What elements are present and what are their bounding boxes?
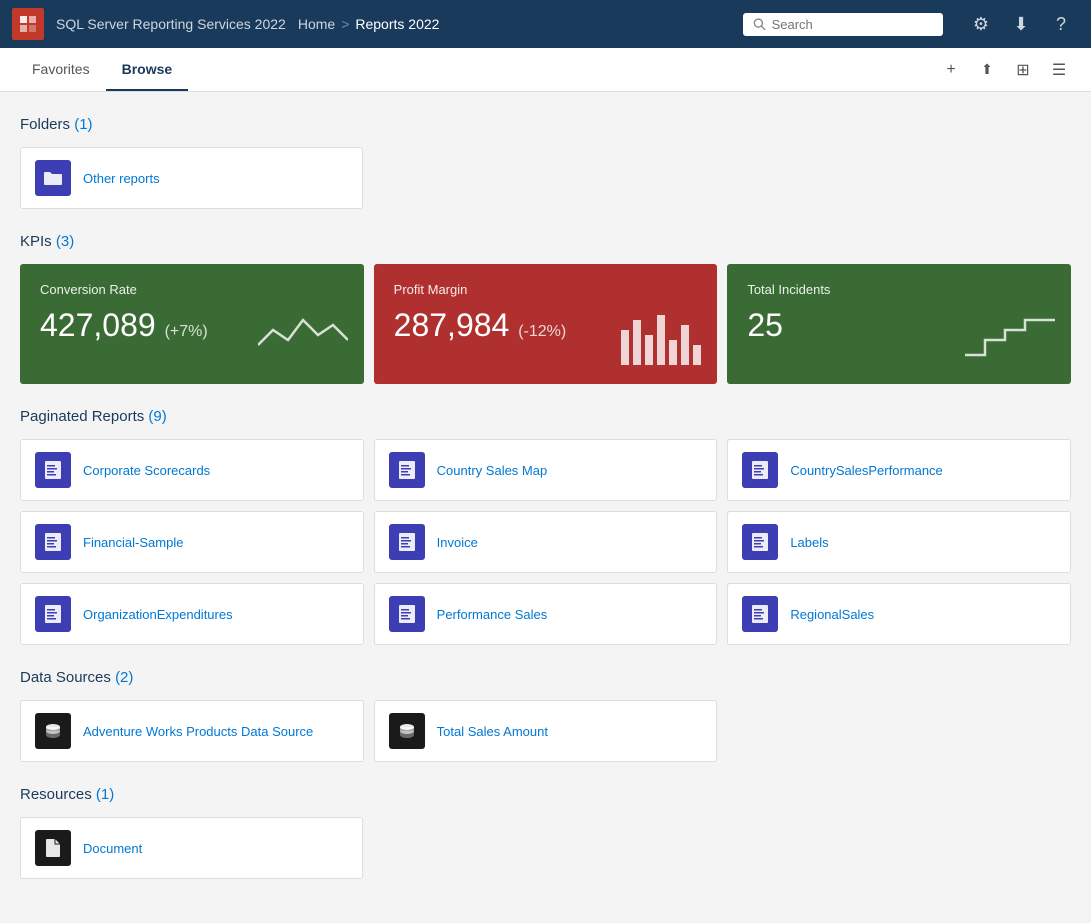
report-icon [35, 452, 71, 488]
kpi-total-incidents-title: Total Incidents [747, 282, 1051, 297]
app-header: SQL Server Reporting Services 2022 Home … [0, 0, 1091, 48]
resource-document[interactable]: Document [20, 817, 363, 879]
new-button[interactable]: + [935, 54, 967, 86]
report-label: Corporate Scorecards [83, 463, 210, 478]
resources-section: Resources (1) Document [20, 786, 1071, 879]
paginated-reports-title: Paginated Reports (9) [20, 408, 1071, 425]
resource-icon [35, 830, 71, 866]
resources-section-title: Resources (1) [20, 786, 1071, 803]
report-country-sales-map[interactable]: Country Sales Map [374, 439, 718, 501]
report-icon [35, 596, 71, 632]
datasource-label: Total Sales Amount [437, 724, 548, 739]
kpis-section-title: KPIs (3) [20, 233, 1071, 250]
folders-section: Folders (1) Other reports [20, 116, 1071, 209]
report-financial-sample[interactable]: Financial-Sample [20, 511, 364, 573]
report-invoice[interactable]: Invoice [374, 511, 718, 573]
resource-label: Document [83, 841, 142, 856]
search-input[interactable] [772, 17, 933, 32]
kpi-incidents-chart [965, 310, 1055, 368]
report-icon [389, 452, 425, 488]
report-organization-expenditures[interactable]: OrganizationExpenditures [20, 583, 364, 645]
tiles-view-button[interactable]: ⊞ [1007, 54, 1039, 86]
data-sources-section: Data Sources (2) Adventure Works Product… [20, 669, 1071, 762]
kpi-conversion-rate-title: Conversion Rate [40, 282, 344, 297]
datasource-label: Adventure Works Products Data Source [83, 724, 313, 739]
report-label: Country Sales Map [437, 463, 548, 478]
folder-icon [35, 160, 71, 196]
header-actions: ⚙ ⬇ ? [963, 6, 1079, 42]
report-icon [389, 596, 425, 632]
folder-other-reports[interactable]: Other reports [20, 147, 363, 209]
app-logo [12, 8, 44, 40]
datasource-total-sales[interactable]: Total Sales Amount [374, 700, 718, 762]
report-icon [389, 524, 425, 560]
report-label: Financial-Sample [83, 535, 183, 550]
list-view-button[interactable]: ☰ [1043, 54, 1075, 86]
help-button[interactable]: ? [1043, 6, 1079, 42]
datasource-icon [35, 713, 71, 749]
nav-home[interactable]: Home [298, 16, 335, 32]
tab-favorites[interactable]: Favorites [16, 49, 106, 91]
report-label: CountrySalesPerformance [790, 463, 942, 478]
report-regional-sales[interactable]: RegionalSales [727, 583, 1071, 645]
report-labels[interactable]: Labels [727, 511, 1071, 573]
report-corporate-scorecards[interactable]: Corporate Scorecards [20, 439, 364, 501]
upload-button[interactable]: ⬆ [971, 54, 1003, 86]
kpi-profit-chart [621, 310, 701, 368]
kpi-profit-margin[interactable]: Profit Margin 287,984 (-12%) [374, 264, 718, 384]
tab-action-buttons: + ⬆ ⊞ ☰ [935, 54, 1075, 86]
report-label: RegionalSales [790, 607, 874, 622]
tabs-bar: Favorites Browse + ⬆ ⊞ ☰ [0, 48, 1091, 92]
nav-separator: > [341, 16, 349, 32]
main-content: Folders (1) Other reports KPIs (3) Conve… [0, 92, 1091, 923]
search-icon [753, 17, 766, 31]
report-label: OrganizationExpenditures [83, 607, 233, 622]
report-label: Labels [790, 535, 828, 550]
report-icon [35, 524, 71, 560]
report-icon [742, 524, 778, 560]
download-button[interactable]: ⬇ [1003, 6, 1039, 42]
datasource-icon [389, 713, 425, 749]
report-country-sales-performance[interactable]: CountrySalesPerformance [727, 439, 1071, 501]
report-label: Invoice [437, 535, 478, 550]
report-icon [742, 596, 778, 632]
kpi-conversion-rate[interactable]: Conversion Rate 427,089 (+7%) [20, 264, 364, 384]
folders-section-title: Folders (1) [20, 116, 1071, 133]
kpi-grid: Conversion Rate 427,089 (+7%) Profit Mar… [20, 264, 1071, 384]
tab-browse[interactable]: Browse [106, 49, 189, 91]
kpi-conversion-chart [258, 310, 348, 368]
report-icon [742, 452, 778, 488]
data-sources-title: Data Sources (2) [20, 669, 1071, 686]
search-box[interactable] [743, 13, 943, 36]
datasource-adventure-works[interactable]: Adventure Works Products Data Source [20, 700, 364, 762]
kpi-profit-margin-title: Profit Margin [394, 282, 698, 297]
paginated-reports-section: Paginated Reports (9) Corporate Scorecar… [20, 408, 1071, 645]
kpis-section: KPIs (3) Conversion Rate 427,089 (+7%) P… [20, 233, 1071, 384]
settings-button[interactable]: ⚙ [963, 6, 999, 42]
breadcrumb: Home > Reports 2022 [298, 16, 440, 32]
report-label: Performance Sales [437, 607, 548, 622]
folder-label: Other reports [83, 171, 160, 186]
app-title: SQL Server Reporting Services 2022 [56, 16, 286, 32]
report-performance-sales[interactable]: Performance Sales [374, 583, 718, 645]
paginated-reports-grid: Corporate Scorecards Country Sales Map [20, 439, 1071, 645]
kpi-total-incidents[interactable]: Total Incidents 25 [727, 264, 1071, 384]
nav-current: Reports 2022 [355, 16, 439, 32]
